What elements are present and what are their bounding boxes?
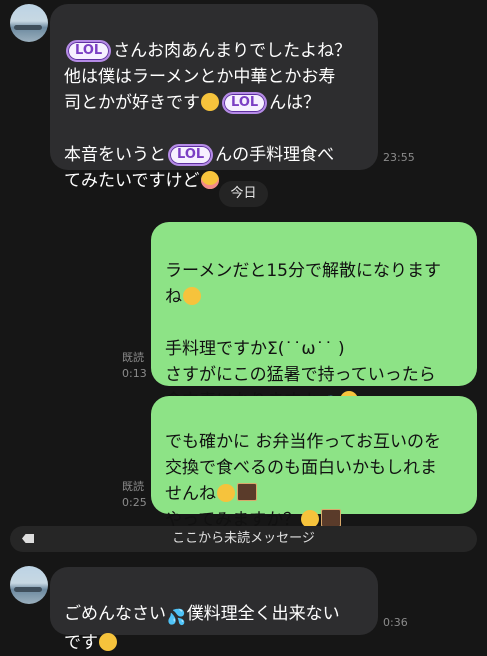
message-time: 23:55: [383, 151, 415, 164]
message-time: 0:36: [383, 616, 408, 629]
read-receipt: 既読: [122, 351, 144, 364]
message-time: 0:13: [122, 367, 147, 380]
outgoing-message-2[interactable]: でも確かに お弁当作ってお互いのを 交換で食べるのも面白いかもしれま せんね や…: [151, 396, 477, 530]
smiling-face-icon: [217, 484, 235, 502]
message-text: ね: [165, 287, 182, 307]
message-text: 司とかが好きです: [64, 93, 200, 113]
date-separator: 今日: [219, 181, 268, 207]
message-text: 交換で食べるのも面白いかもしれま: [165, 458, 437, 478]
contact-avatar[interactable]: [10, 4, 48, 42]
message-text: さすがにこの猛暑で持っていったら: [165, 365, 436, 385]
lol-sticker-icon: LOL: [168, 144, 214, 166]
sweat-smile-face-icon: [99, 633, 117, 651]
grinning-face-icon: [183, 287, 201, 305]
lol-sticker-icon: LOL: [222, 92, 268, 114]
message-text: てみたいですけど: [64, 171, 200, 191]
contact-avatar[interactable]: [10, 566, 48, 604]
read-receipt: 既読: [122, 480, 144, 493]
tag-icon: [22, 534, 34, 543]
flushed-face-icon: [200, 171, 219, 189]
message-text: 本音をいうと: [64, 145, 166, 165]
message-text: んの手料理食べ: [215, 145, 335, 165]
message-text: です: [64, 633, 98, 653]
bento-box-icon: [321, 509, 342, 527]
sweat-droplets-icon: 💦: [167, 608, 186, 626]
bento-box-icon: [237, 483, 257, 501]
message-text: 僕料理全く出来ない: [186, 604, 340, 624]
incoming-message-1[interactable]: LOL さんお肉あんまりでしたよね？ 他は僕はラーメンとか中華とかお寿 司とかが好…: [50, 4, 378, 191]
message-text: んは？: [269, 93, 321, 113]
lol-sticker-icon: LOL: [66, 40, 112, 62]
unread-messages-divider: ここから未読メッセージ: [10, 526, 477, 552]
outgoing-message-1[interactable]: ラーメンだと15分で解散になります ね 手料理ですかΣ(˙˙ω˙˙ ) さすがに…: [151, 222, 477, 413]
message-text: 手料理ですかΣ(˙˙ω˙˙ ): [165, 339, 345, 359]
yum-face-icon: [201, 93, 219, 111]
message-time: 0:25: [122, 496, 147, 509]
message-text: さんお肉あんまりでしたよね？: [113, 41, 352, 61]
message-text: ラーメンだと15分で解散になります: [165, 261, 441, 281]
message-text: せんね: [165, 484, 216, 504]
message-text: ごめんなさい: [64, 604, 166, 624]
message-text: 他は僕はラーメンとか中華とかお寿: [64, 67, 336, 87]
incoming-message-2[interactable]: ごめんなさい💦僕料理全く出来ない です: [50, 567, 378, 653]
divider-label: ここから未読メッセージ: [172, 531, 315, 546]
message-text: でも確かに お弁当作ってお互いのを: [165, 432, 442, 452]
